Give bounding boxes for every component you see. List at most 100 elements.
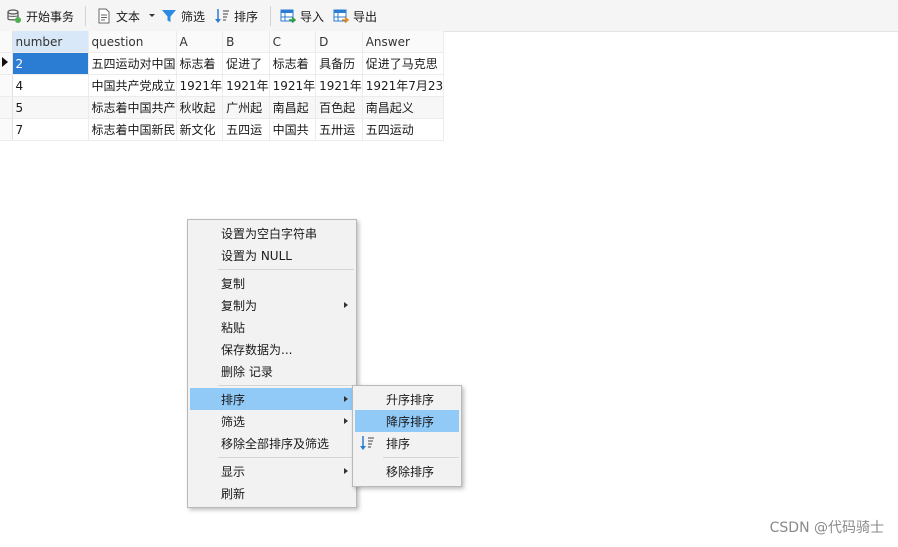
table-cell[interactable]: 南昌起 <box>269 96 317 119</box>
table-cell[interactable]: 五卅运 <box>315 118 363 141</box>
column-header-b[interactable]: B <box>222 31 270 53</box>
begin-transaction-button[interactable]: 开始事务 <box>6 6 74 26</box>
menu-item-label: 升序排序 <box>386 392 435 407</box>
menu-item-label: 排序 <box>221 392 246 407</box>
table-cell[interactable]: 中国共产党成立 <box>88 74 177 97</box>
submenu-arrow-icon <box>344 468 348 474</box>
menu-item-label: 删除 记录 <box>221 364 273 379</box>
row-indicator-header <box>0 31 13 53</box>
table-cell[interactable]: 标志着中国新民 <box>88 118 177 141</box>
table-cell[interactable]: 1921年 <box>315 74 363 97</box>
sort-descending-menu-item[interactable]: 降序排序 <box>355 410 459 432</box>
table-cell[interactable]: 2 <box>12 52 89 75</box>
menu-item-label: 筛选 <box>221 414 246 429</box>
menu-item-label: 设置为空白字符串 <box>221 226 318 241</box>
watermark: CSDN @代码骑士 <box>769 520 884 536</box>
text-button[interactable]: 文本 <box>96 6 158 26</box>
menu-item-label: 复制为 <box>221 298 258 313</box>
menu-item-label: 刷新 <box>221 486 246 501</box>
table-cell[interactable]: 五四运 <box>222 118 270 141</box>
menu-separator <box>218 269 354 270</box>
column-header-question[interactable]: question <box>88 31 177 53</box>
remove-all-sort-filter-menu-item[interactable]: 移除全部排序及筛选 <box>190 432 354 454</box>
table-cell[interactable]: 1921年 <box>269 74 317 97</box>
current-row-indicator <box>0 52 13 75</box>
filter-button[interactable]: 筛选 <box>161 6 205 26</box>
sort-ascending-menu-item[interactable]: 升序排序 <box>355 388 459 410</box>
filter-menu-item[interactable]: 筛选 <box>190 410 354 432</box>
table-cell[interactable]: 1921年 <box>176 74 224 97</box>
menu-item-label: 移除全部排序及筛选 <box>221 436 330 451</box>
copy-as-menu-item[interactable]: 复制为 <box>190 294 354 316</box>
export-button[interactable]: 导出 <box>333 6 377 26</box>
row-indicator <box>0 74 13 97</box>
refresh-menu-item[interactable]: 刷新 <box>190 482 354 504</box>
table-row[interactable]: 5 标志着中国共产 秋收起 广州起 南昌起 百色起 南昌起义 <box>0 96 445 119</box>
context-menu: 设置为空白字符串 设置为 NULL 复制 复制为 粘贴 保存数据为... 删除 … <box>187 219 357 508</box>
table-cell[interactable]: 南昌起义 <box>362 96 445 119</box>
delete-record-menu-item[interactable]: 删除 记录 <box>190 360 354 382</box>
table-cell[interactable]: 百色起 <box>315 96 363 119</box>
menu-item-label: 设置为 NULL <box>221 248 292 263</box>
paste-menu-item[interactable]: 粘贴 <box>190 316 354 338</box>
table-cell[interactable]: 标志着 <box>176 52 224 75</box>
table-cell[interactable]: 1921年7月23 <box>362 74 445 97</box>
column-header-d[interactable]: D <box>315 31 363 53</box>
export-label: 导出 <box>353 9 378 24</box>
sort-icon <box>215 9 229 23</box>
table-cell[interactable]: 广州起 <box>222 96 270 119</box>
export-table-icon <box>333 9 349 24</box>
table-cell[interactable]: 1921年 <box>222 74 270 97</box>
set-empty-string-menu-item[interactable]: 设置为空白字符串 <box>190 222 354 244</box>
sort-menu-item[interactable]: 排序 <box>190 388 354 410</box>
import-label: 导入 <box>300 9 325 24</box>
column-header-a[interactable]: A <box>176 31 224 53</box>
submenu-arrow-icon <box>344 302 348 308</box>
table-cell[interactable]: 标志着 <box>269 52 317 75</box>
table-cell[interactable]: 五四运动 <box>362 118 445 141</box>
table-cell[interactable]: 5 <box>12 96 89 119</box>
menu-item-label: 移除排序 <box>386 464 435 479</box>
menu-item-label: 显示 <box>221 464 246 479</box>
column-header-answer[interactable]: Answer <box>362 31 445 53</box>
table-row[interactable]: 4 中国共产党成立 1921年 1921年 1921年 1921年 1921年7… <box>0 74 445 97</box>
data-grid: number question A B C D Answer 2 五四运动对中国… <box>0 31 445 141</box>
remove-sort-menu-item[interactable]: 移除排序 <box>355 460 459 482</box>
menu-item-label: 排序 <box>386 436 411 451</box>
table-cell[interactable]: 促进了 <box>222 52 270 75</box>
table-row[interactable]: 7 标志着中国新民 新文化 五四运 中国共 五卅运 五四运动 <box>0 118 445 141</box>
import-table-icon <box>280 9 296 24</box>
table-cell[interactable]: 具备历 <box>315 52 363 75</box>
table-cell[interactable]: 五四运动对中国 <box>88 52 177 75</box>
table-cell[interactable]: 秋收起 <box>176 96 224 119</box>
sort-submenu: 升序排序 降序排序 排序 移除排序 <box>352 385 462 487</box>
toolbar: 开始事务 文本 筛选 排序 导入 导出 <box>0 0 898 32</box>
sort-button[interactable]: 排序 <box>214 6 258 26</box>
sort-icon <box>360 436 374 450</box>
table-cell[interactable]: 促进了马克思 <box>362 52 445 75</box>
save-data-as-menu-item[interactable]: 保存数据为... <box>190 338 354 360</box>
table-row[interactable]: 2 五四运动对中国 标志着 促进了 标志着 具备历 促进了马克思 <box>0 52 445 75</box>
table-cell[interactable]: 标志着中国共产 <box>88 96 177 119</box>
submenu-arrow-icon <box>344 418 348 424</box>
table-cell[interactable]: 4 <box>12 74 89 97</box>
menu-item-label: 粘贴 <box>221 320 246 335</box>
custom-sort-menu-item[interactable]: 排序 <box>355 432 459 454</box>
filter-label: 筛选 <box>181 9 206 24</box>
column-header-c[interactable]: C <box>269 31 317 53</box>
menu-separator <box>218 385 354 386</box>
toolbar-divider <box>270 6 271 26</box>
table-cell[interactable]: 7 <box>12 118 89 141</box>
database-icon <box>7 9 21 23</box>
table-cell[interactable]: 中国共 <box>269 118 317 141</box>
copy-menu-item[interactable]: 复制 <box>190 272 354 294</box>
import-button[interactable]: 导入 <box>280 6 324 26</box>
header-row: number question A B C D Answer <box>0 31 445 53</box>
table-cell[interactable]: 新文化 <box>176 118 224 141</box>
menu-item-label: 保存数据为... <box>221 342 293 357</box>
row-indicator <box>0 118 13 141</box>
chevron-down-icon[interactable] <box>146 11 158 21</box>
display-menu-item[interactable]: 显示 <box>190 460 354 482</box>
column-header-number[interactable]: number <box>12 31 89 53</box>
set-null-menu-item[interactable]: 设置为 NULL <box>190 244 354 266</box>
